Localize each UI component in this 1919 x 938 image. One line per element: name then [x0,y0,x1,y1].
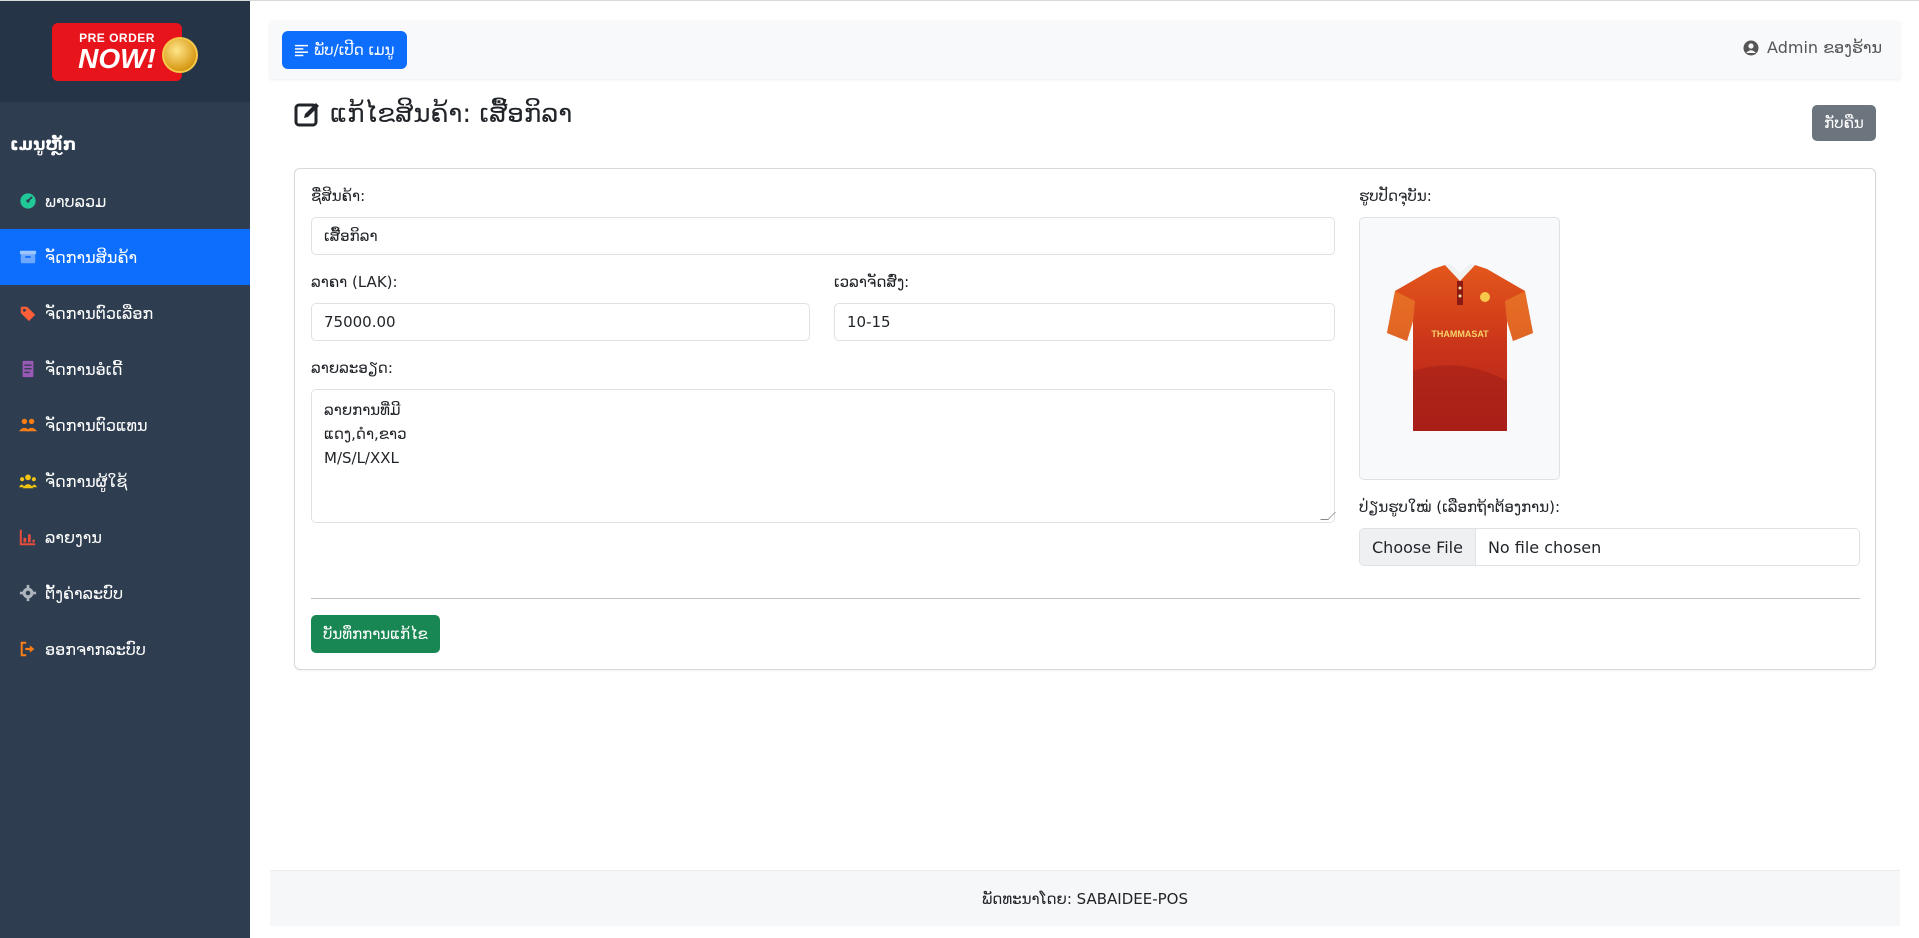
save-changes-button[interactable]: ບັນທຶກການແກ້ໄຂ [311,615,440,653]
sidebar-menu: ພາບລວມ ຈັດການສິນຄ້າ ຈັດການຕົວເລືອກ ຈັດກາ… [0,173,250,677]
tags-icon [19,304,37,322]
image-file-input[interactable]: Choose File No file chosen [1359,528,1860,566]
description-textarea[interactable]: ລາຍການທີ່ມີ ແດງ,ດຳ,ຂາວ M/S/L/XXL [311,389,1336,523]
current-product-image: THAMMASAT [1359,217,1560,480]
chart-icon [19,528,37,546]
new-image-label: ປ່ຽນຮູບໃໝ່ (ເລືອກຖ້າຕ້ອງການ): [1359,498,1561,516]
toggle-menu-label: ພັບ/ເປີດ ເມນູ [314,41,395,59]
receipt-icon [19,360,37,378]
logo-seal-icon [162,36,198,73]
description-line: M/S/L/XXL [324,449,399,467]
footer-text: ພັດທະນາໂດຍ: SABAIDEE-POS [981,889,1189,908]
toggle-menu-button[interactable]: ພັບ/ເປີດ ເມນູ [282,31,407,69]
user-group-icon [19,472,37,490]
file-status-text: No file chosen [1487,537,1602,557]
sidebar-item-label: ລາຍງານ [45,527,102,547]
sidebar-heading: ເມນູຫຼັກ [10,135,77,155]
edit-icon [294,103,319,127]
box-icon [19,248,37,266]
choose-file-button[interactable]: Choose File [1360,529,1476,565]
edit-product-card: ຊື່ສິນຄ້າ: ເສື້ອກິລາ ລາຄາ (LAK): 75000.0… [294,168,1876,670]
price-input[interactable]: 75000.00 [311,303,810,341]
sidebar-item-label: ຈັດການອໍເດີ້ [45,359,123,379]
product-name-label: ຊື່ສິນຄ້າ: [311,187,366,205]
delivery-time-label: ເວລາຈັດສົ່ງ: [834,273,910,291]
sidebar-item-label: ຈັດການຜູ້ໃຊ້ [45,471,128,491]
sidebar-item-agents[interactable]: ຈັດການຕົວແທນ [0,397,250,453]
dashboard-icon [19,192,37,210]
back-button[interactable]: ກັບຄືນ [1812,105,1876,141]
user-circle-icon [1743,40,1759,55]
current-image-label: ຮູບປັດຈຸບັນ: [1359,187,1432,205]
description-line: ລາຍການທີ່ມີ [324,401,401,419]
logo[interactable]: PRE ORDER NOW! [52,22,198,81]
sidebar-item-options[interactable]: ຈັດການຕົວເລືອກ [0,285,250,341]
footer: ພັດທະນາໂດຍ: SABAIDEE-POS [270,870,1900,926]
sidebar-item-label: ຈັດການຕົວແທນ [45,415,148,435]
sidebar-item-products[interactable]: ຈັດການສິນຄ້າ [0,229,250,285]
shirt-text: THAMMASAT [1431,329,1489,339]
sidebar: PRE ORDER NOW! ເມນູຫຼັກ ພາບລວມ ຈັດການສິນ… [0,1,250,938]
form-divider [311,598,1860,599]
gear-icon [19,584,37,602]
sidebar-item-settings[interactable]: ຕັ້ງຄ່າລະບົບ [0,565,250,621]
page-title-text: ແກ້ໄຂສິນຄ້າ: ເສື້ອກິລາ [330,99,573,129]
sidebar-item-dashboard[interactable]: ພາບລວມ [0,173,250,229]
align-left-icon [294,44,309,56]
sidebar-item-label: ອອກຈາກລະບົບ [45,639,146,659]
description-line: ແດງ,ດຳ,ຂາວ [324,425,407,443]
logo-line-2: NOW! [78,42,156,74]
top-navbar: ພັບ/ເປີດ ເມນູ Admin ຂອງຮ້ານ [270,21,1900,79]
product-name-input[interactable]: ເສື້ອກິລາ [311,217,1335,255]
sidebar-item-label: ຈັດການຕົວເລືອກ [45,303,154,323]
sidebar-item-label: ພາບລວມ [45,191,107,211]
description-label: ລາຍລະອຽດ: [311,359,393,377]
sidebar-item-label: ຕັ້ງຄ່າລະບົບ [45,583,124,603]
logout-icon [19,640,37,658]
sidebar-item-label: ຈັດການສິນຄ້າ [45,247,138,267]
sidebar-item-logout[interactable]: ອອກຈາກລະບົບ [0,621,250,677]
admin-label: Admin ຂອງຮ້ານ [1767,38,1882,57]
sidebar-item-reports[interactable]: ລາຍງານ [0,509,250,565]
resize-handle[interactable] [1320,512,1336,520]
sidebar-item-orders[interactable]: ຈັດການອໍເດີ້ [0,341,250,397]
page-title: ແກ້ໄຂສິນຄ້າ: ເສື້ອກິລາ [294,99,572,129]
delivery-time-input[interactable]: 10-15 [834,303,1335,341]
sports-shirt-image: THAMMASAT [1386,263,1533,431]
admin-user-menu[interactable]: Admin ຂອງຮ້ານ [1743,38,1882,57]
users-icon [19,416,37,434]
sidebar-item-users[interactable]: ຈັດການຜູ້ໃຊ້ [0,453,250,509]
logo-area: PRE ORDER NOW! [0,1,250,102]
price-label: ລາຄາ (LAK): [311,273,398,291]
